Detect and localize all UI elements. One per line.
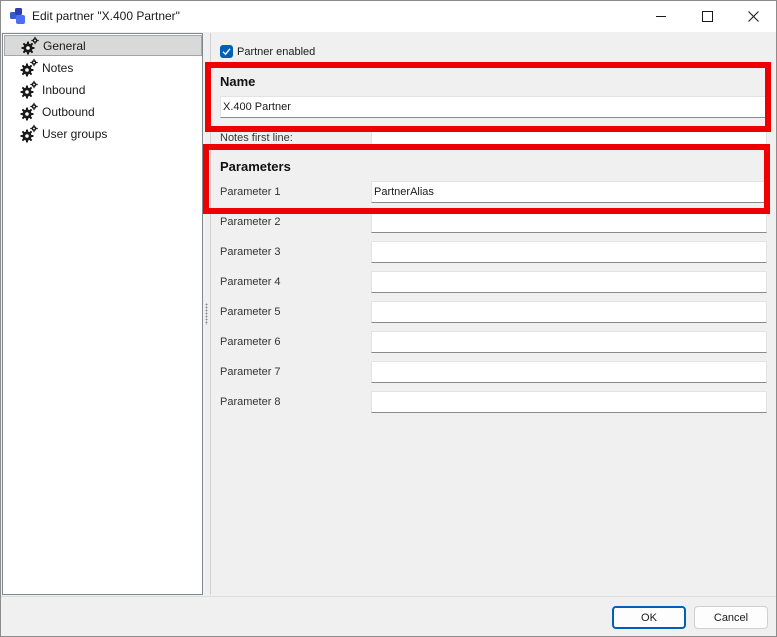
parameter-4-label: Parameter 4 [220, 276, 281, 288]
parameter-3-input[interactable] [371, 241, 767, 263]
close-icon [747, 11, 759, 22]
parameter-7-label: Parameter 7 [220, 366, 281, 378]
tree-item-label: Inbound [42, 82, 86, 97]
parameter-3-label: Parameter 3 [220, 246, 281, 258]
panel-splitter[interactable] [203, 33, 210, 595]
tree-item-outbound[interactable]: Outbound [4, 101, 202, 122]
close-button[interactable] [730, 1, 776, 32]
minimize-button[interactable] [638, 1, 684, 32]
partner-enabled-row[interactable]: Partner enabled [220, 45, 315, 58]
parameter-6-input[interactable] [371, 331, 767, 353]
dialog-button-bar: OK Cancel [1, 596, 776, 636]
notes-first-line-input[interactable] [371, 128, 767, 150]
gear-icon [20, 36, 40, 56]
name-section-header: Name [220, 74, 256, 89]
tree-item-notes[interactable]: Notes [4, 57, 202, 78]
settings-tree: General Notes Inbound Outbound User grou… [2, 33, 203, 595]
partner-enabled-checkbox[interactable] [220, 45, 233, 58]
tree-item-general[interactable]: General [4, 35, 202, 56]
parameter-8-label: Parameter 8 [220, 396, 281, 408]
tree-item-inbound[interactable]: Inbound [4, 79, 202, 100]
tree-item-label: General [43, 38, 86, 53]
maximize-button[interactable] [684, 1, 730, 32]
tree-item-user-groups[interactable]: User groups [4, 123, 202, 144]
ok-button[interactable]: OK [612, 606, 686, 629]
checkmark-icon [222, 48, 231, 56]
parameter-6-label: Parameter 6 [220, 336, 281, 348]
tree-item-label: Notes [42, 60, 74, 75]
window-title: Edit partner "X.400 Partner" [32, 9, 180, 23]
parameters-section-header: Parameters [220, 159, 291, 174]
name-input[interactable]: X.400 Partner [220, 96, 766, 118]
parameter-1-label: Parameter 1 [220, 186, 281, 198]
parameters-highlight-box [203, 144, 770, 214]
title-bar: Edit partner "X.400 Partner" [1, 1, 776, 32]
gear-icon [19, 124, 39, 144]
gear-icon [19, 102, 39, 122]
tree-item-label: Outbound [42, 104, 95, 119]
partner-enabled-label: Partner enabled [237, 45, 316, 58]
notes-first-line-label: Notes first line: [220, 132, 293, 144]
parameter-5-label: Parameter 5 [220, 306, 281, 318]
parameter-1-input[interactable]: PartnerAlias [371, 181, 767, 203]
parameter-2-label: Parameter 2 [220, 216, 281, 228]
parameter-7-input[interactable] [371, 361, 767, 383]
splitter-grip-icon[interactable] [205, 303, 208, 325]
maximize-icon [701, 11, 713, 22]
cancel-button[interactable]: Cancel [694, 606, 768, 629]
parameter-5-input[interactable] [371, 301, 767, 323]
gear-icon [19, 80, 39, 100]
minimize-icon [655, 11, 667, 22]
parameter-4-input[interactable] [371, 271, 767, 293]
edit-partner-dialog: Edit partner "X.400 Partner" General Not… [0, 0, 777, 637]
app-logo-icon [10, 8, 26, 24]
parameter-8-input[interactable] [371, 391, 767, 413]
parameter-2-input[interactable] [371, 211, 767, 233]
gear-icon [19, 58, 39, 78]
tree-item-label: User groups [42, 126, 108, 141]
general-settings-panel: Partner enabled Name X.400 Partner Notes… [203, 33, 776, 595]
